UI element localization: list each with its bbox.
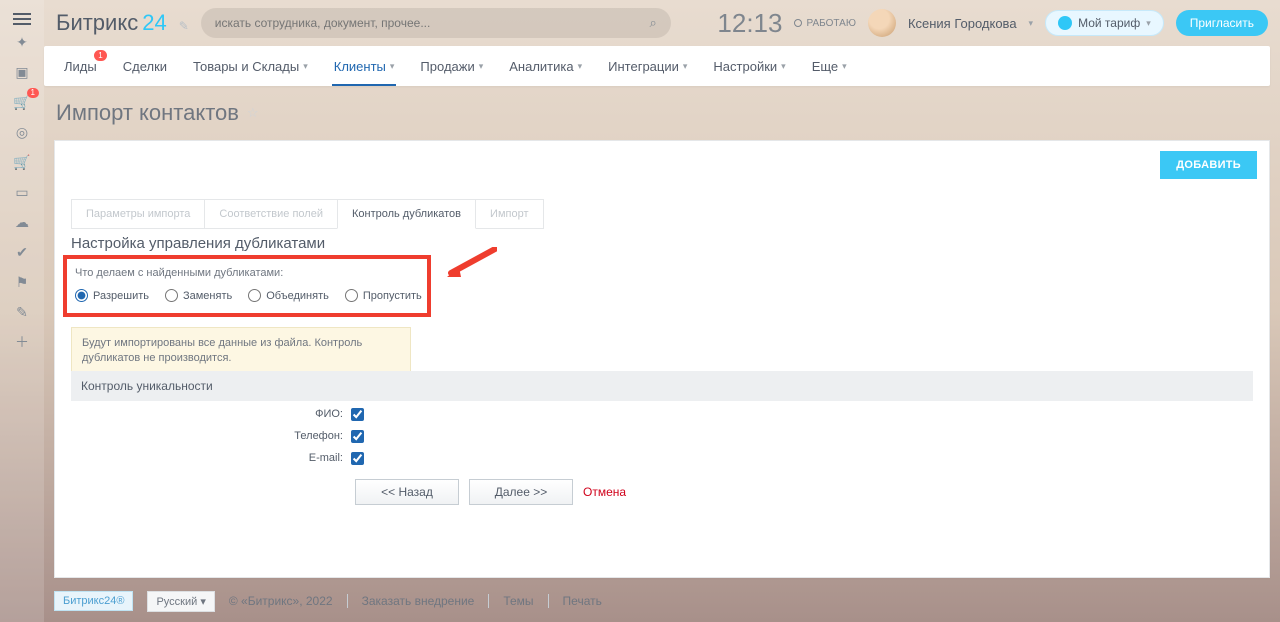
side-icon[interactable]: ✦ <box>13 34 31 50</box>
tab-1[interactable]: Соответствие полей <box>204 199 338 229</box>
next-button[interactable]: Далее >> <box>469 479 573 505</box>
chevron-down-icon: ▾ <box>479 61 484 72</box>
page-title-row: Импорт контактов ☆ <box>56 100 259 126</box>
uniqueness-header: Контроль уникальности <box>71 371 1253 401</box>
separator <box>548 594 549 608</box>
rocket-icon <box>1058 16 1072 30</box>
uniq-label: E-mail: <box>71 452 351 464</box>
side-icon[interactable]: ◎ <box>13 124 31 140</box>
uniq-checkbox-1[interactable] <box>351 430 364 443</box>
chevron-down-icon: ▾ <box>390 61 395 72</box>
side-icon[interactable]: ✔ <box>13 244 31 260</box>
side-icon[interactable]: ▣ <box>13 64 31 80</box>
arrow-annotation <box>445 247 497 279</box>
lang-selector[interactable]: Русский ▾ <box>147 591 214 612</box>
nav-item-2[interactable]: Товары и Склады▾ <box>193 59 308 74</box>
side-icon[interactable]: ☁ <box>13 214 31 230</box>
topbar: Битрикс 24 ✎ ⌕ 12:13 РАБОТАЮ Ксения Горо… <box>44 0 1280 46</box>
nav-item-3[interactable]: Клиенты▾ <box>334 59 395 74</box>
dup-option-3[interactable]: Пропустить <box>345 289 422 302</box>
footer-badge[interactable]: Битрикс24® <box>54 591 133 611</box>
uniq-checkbox-2[interactable] <box>351 452 364 465</box>
nav-item-5[interactable]: Аналитика▾ <box>509 59 582 74</box>
chevron-down-icon: ▾ <box>683 61 688 72</box>
edit-icon[interactable]: ✎ <box>179 19 189 33</box>
section-title: Настройка управления дубликатами <box>71 235 325 252</box>
wizard-buttons: << Назад Далее >> Отмена <box>355 479 626 505</box>
dup-radio-2[interactable] <box>248 289 261 302</box>
side-icon[interactable]: ＋ <box>13 334 31 350</box>
search-field[interactable]: ⌕ <box>201 8 671 38</box>
footer-link[interactable]: Заказать внедрение <box>362 594 475 608</box>
logo[interactable]: Битрикс 24 ✎ <box>56 10 189 36</box>
separator <box>347 594 348 608</box>
chevron-down-icon[interactable]: ▾ <box>1029 18 1034 29</box>
left-sidebar: ✦ ▣ 🛒1 ◎ 🛒 ▭ ☁ ✔ ⚑ ✎ ＋ <box>0 0 44 622</box>
dup-radio-3[interactable] <box>345 289 358 302</box>
dup-radio-0[interactable] <box>75 289 88 302</box>
side-icon[interactable]: ✎ <box>13 304 31 320</box>
dup-question-label: Что делаем с найденными дубликатами: <box>75 267 283 279</box>
chevron-down-icon: ▾ <box>1146 18 1151 29</box>
footer-link[interactable]: Темы <box>503 594 533 608</box>
footer: Битрикс24® Русский ▾ © «Битрикс», 2022 З… <box>54 586 1270 616</box>
user-name[interactable]: Ксения Городкова <box>908 16 1017 31</box>
back-button[interactable]: << Назад <box>355 479 459 505</box>
work-status[interactable]: РАБОТАЮ <box>794 18 855 29</box>
tariff-label: Мой тариф <box>1078 16 1140 30</box>
chevron-down-icon: ▾ <box>781 61 786 72</box>
content-panel: ДОБАВИТЬ Параметры импортаСоответствие п… <box>54 140 1270 578</box>
logo-suffix: 24 <box>142 10 166 36</box>
side-icon[interactable]: ▭ <box>13 184 31 200</box>
side-icon[interactable]: 🛒 <box>13 154 31 170</box>
nav-item-4[interactable]: Продажи▾ <box>420 59 483 74</box>
footer-link[interactable]: Печать <box>563 594 602 608</box>
tab-2[interactable]: Контроль дубликатов <box>337 199 476 229</box>
nav-item-8[interactable]: Еще▾ <box>812 59 847 74</box>
star-icon[interactable]: ☆ <box>247 105 259 121</box>
chevron-down-icon: ▾ <box>842 61 847 72</box>
cancel-link[interactable]: Отмена <box>583 485 626 499</box>
uniq-row-1: Телефон: <box>71 425 371 447</box>
uniq-row-0: ФИО: <box>71 403 371 425</box>
side-icon-cart[interactable]: 🛒1 <box>13 94 31 110</box>
uniq-row-2: E-mail: <box>71 447 371 469</box>
add-button[interactable]: ДОБАВИТЬ <box>1160 151 1257 179</box>
nav-badge: 1 <box>94 50 106 61</box>
dup-radio-1[interactable] <box>165 289 178 302</box>
nav-item-0[interactable]: Лиды1 <box>64 59 97 74</box>
dup-option-0[interactable]: Разрешить <box>75 289 149 302</box>
highlight-box <box>63 255 431 317</box>
tab-3[interactable]: Импорт <box>475 199 543 229</box>
search-input[interactable] <box>215 16 650 30</box>
page-title: Импорт контактов <box>56 100 239 126</box>
chevron-down-icon: ▾ <box>578 61 583 72</box>
uniq-label: Телефон: <box>71 430 351 442</box>
dup-option-2[interactable]: Объединять <box>248 289 329 302</box>
uniqueness-fields: ФИО: Телефон: E-mail: <box>71 403 371 469</box>
chevron-down-icon: ▾ <box>303 61 308 72</box>
clock: 12:13 <box>717 8 782 39</box>
copyright: © «Битрикс», 2022 <box>229 594 333 608</box>
dup-option-1[interactable]: Заменять <box>165 289 232 302</box>
side-icon[interactable]: ⚑ <box>13 274 31 290</box>
tab-0[interactable]: Параметры импорта <box>71 199 205 229</box>
invite-button[interactable]: Пригласить <box>1176 10 1268 36</box>
dup-radio-row: Разрешить Заменять Объединять Пропустить <box>75 289 422 302</box>
hamburger-icon[interactable] <box>13 18 31 20</box>
info-box: Будут импортированы все данные из файла.… <box>71 327 411 376</box>
uniq-label: ФИО: <box>71 408 351 420</box>
avatar[interactable] <box>868 9 896 37</box>
main-nav: Лиды1 Сделки Товары и Склады▾ Клиенты▾ Прода… <box>44 46 1270 86</box>
nav-item-6[interactable]: Интеграции▾ <box>608 59 687 74</box>
nav-item-7[interactable]: Настройки▾ <box>713 59 785 74</box>
search-icon[interactable]: ⌕ <box>649 15 656 31</box>
nav-item-1[interactable]: Сделки <box>123 59 167 74</box>
separator <box>488 594 489 608</box>
uniq-checkbox-0[interactable] <box>351 408 364 421</box>
logo-text: Битрикс <box>56 10 138 36</box>
tariff-button[interactable]: Мой тариф ▾ <box>1045 10 1164 36</box>
import-tabs: Параметры импортаСоответствие полейКонтр… <box>71 199 543 229</box>
